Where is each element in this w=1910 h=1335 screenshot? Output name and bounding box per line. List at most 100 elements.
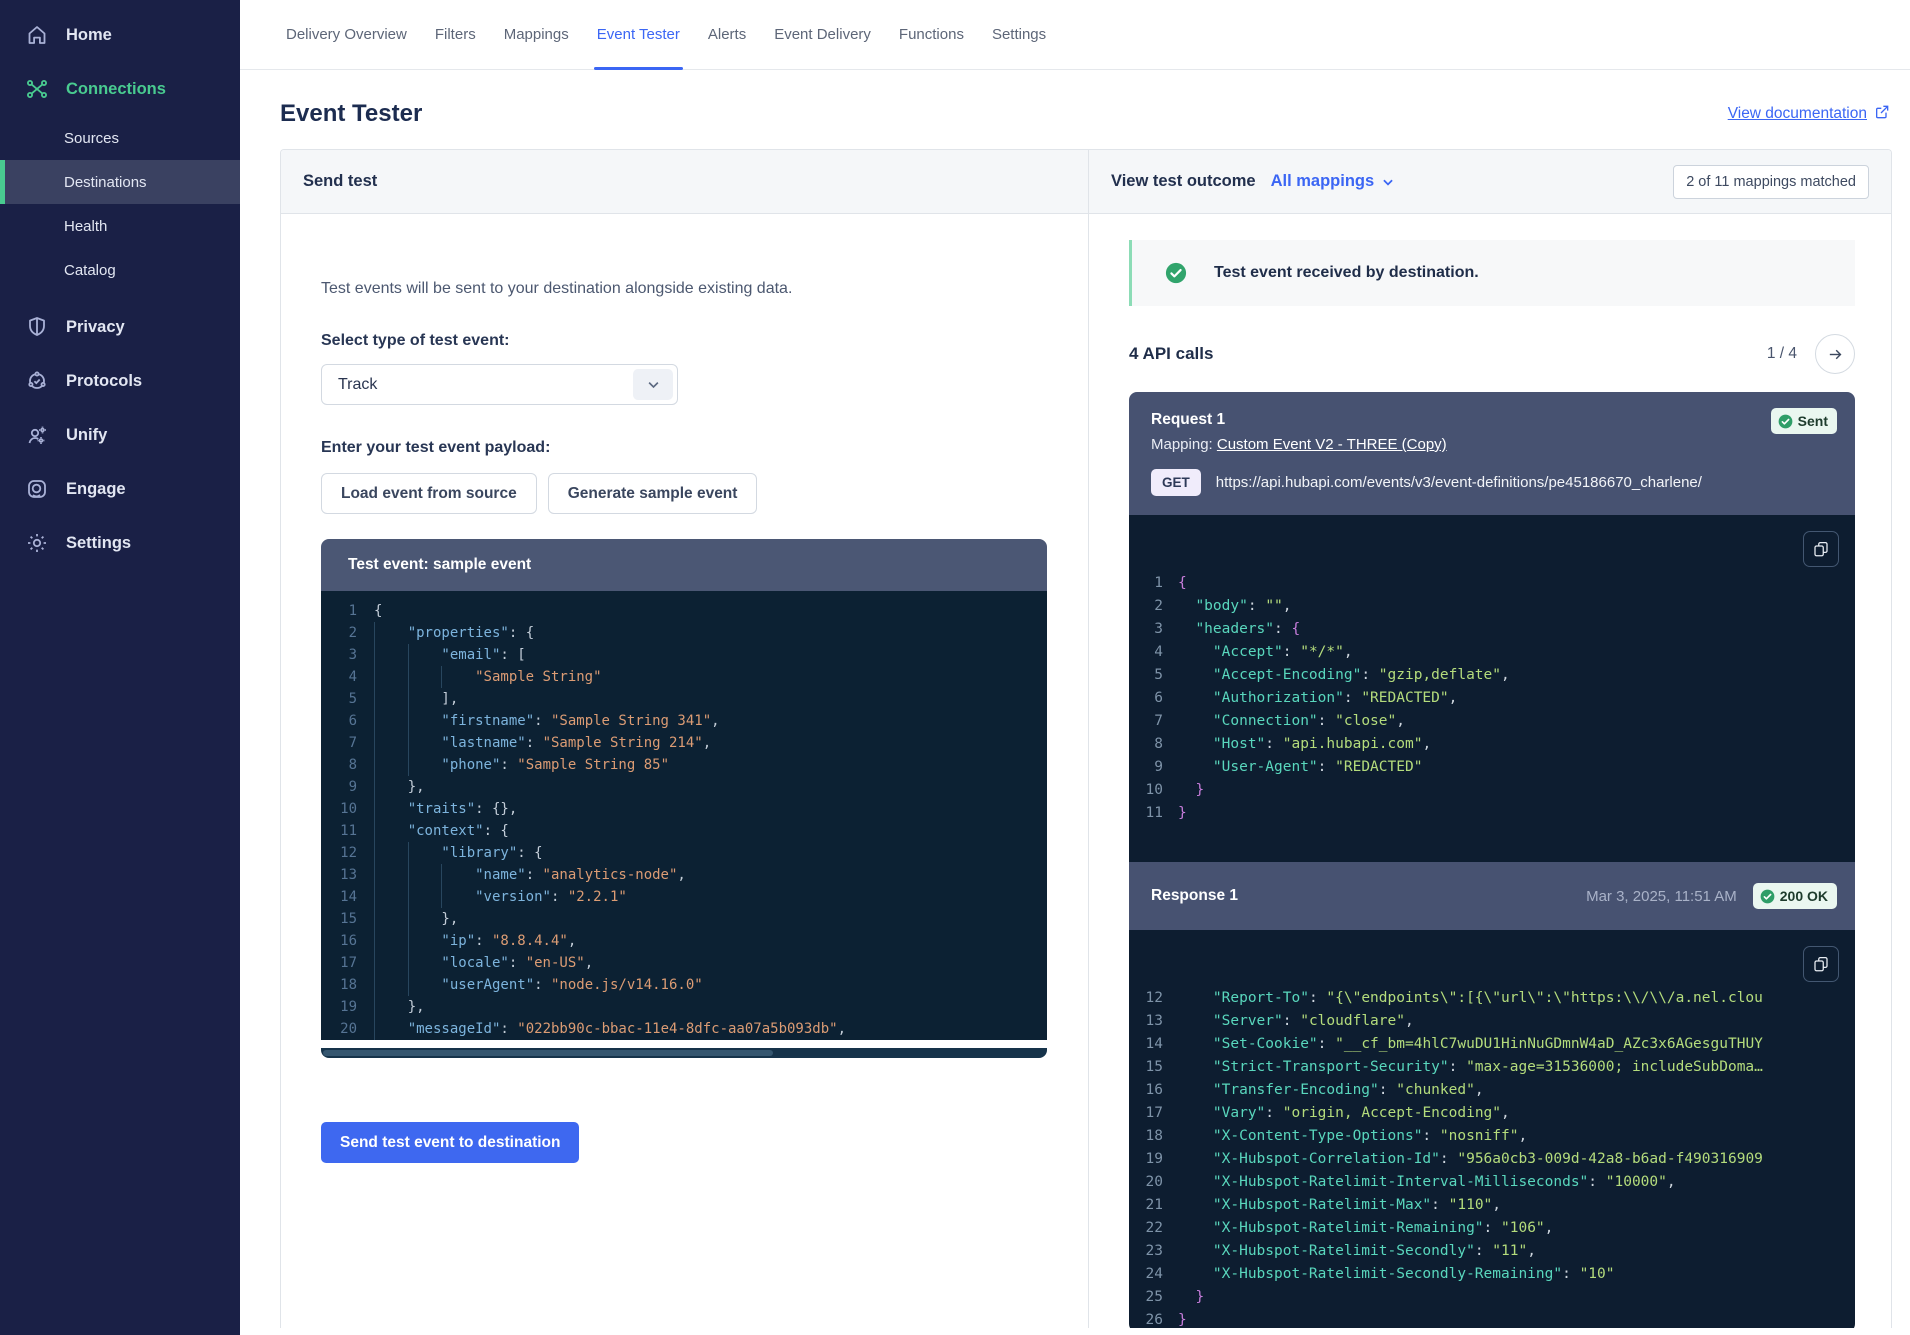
line-number: 23	[1129, 1240, 1163, 1263]
event-type-label: Select type of test event:	[321, 332, 1047, 350]
tab-mappings[interactable]: Mappings	[490, 0, 583, 69]
check-circle-icon	[1778, 414, 1793, 429]
line-number: 18	[321, 974, 357, 996]
line-number: 6	[321, 710, 357, 732]
code-line: 18"userAgent": "node.js/v14.16.0"	[321, 974, 1047, 996]
line-number: 4	[321, 666, 357, 688]
response-header: Response 1 Mar 3, 2025, 11:51 AM 200 OK	[1129, 862, 1855, 930]
sidebar-item-label: Connections	[66, 80, 166, 99]
api-calls-row: 4 API calls 1 / 4	[1129, 334, 1855, 374]
tab-alerts[interactable]: Alerts	[694, 0, 760, 69]
event-type-select[interactable]: Track	[321, 364, 678, 405]
line-number: 20	[321, 1018, 357, 1040]
protocols-icon	[25, 369, 49, 393]
code-line: 24"X-Hubspot-Ratelimit-Secondly-Remainin…	[1129, 1263, 1855, 1286]
sidebar-item-privacy[interactable]: Privacy	[0, 300, 240, 354]
code-line: 6"firstname": "Sample String 341",	[321, 710, 1047, 732]
generate-sample-button[interactable]: Generate sample event	[548, 473, 758, 514]
code-line: 5],	[321, 688, 1047, 710]
line-number: 2	[1129, 595, 1163, 618]
sidebar-item-home[interactable]: Home	[0, 8, 240, 62]
payload-label: Enter your test event payload:	[321, 439, 1047, 457]
test-outcome-pane: View test outcome All mappings 2 of 11 m…	[1089, 150, 1891, 1328]
line-number: 6	[1129, 687, 1163, 710]
line-number: 19	[321, 996, 357, 1018]
sidebar-item-label: Catalog	[64, 262, 116, 279]
sidebar-item-settings[interactable]: Settings	[0, 516, 240, 570]
page-title: Event Tester	[280, 100, 422, 128]
tab-delivery-overview[interactable]: Delivery Overview	[272, 0, 421, 69]
sidebar-item-connections[interactable]: Connections	[0, 62, 240, 116]
code-line: 15},	[321, 908, 1047, 930]
api-call-card: Request 1 Mapping: Custom Event V2 - THR…	[1129, 392, 1855, 1328]
response-status-label: 200 OK	[1780, 888, 1828, 904]
tab-settings[interactable]: Settings	[978, 0, 1060, 69]
sidebar-subitem-health[interactable]: Health	[0, 204, 240, 248]
check-circle-icon	[1165, 262, 1187, 284]
code-line: 3"headers": {	[1129, 618, 1855, 641]
sidebar-item-engage[interactable]: Engage	[0, 462, 240, 516]
line-number: 7	[321, 732, 357, 754]
view-documentation-link[interactable]: View documentation	[1728, 104, 1890, 125]
tab-event-tester[interactable]: Event Tester	[583, 0, 694, 69]
mappings-filter-dropdown[interactable]: All mappings	[1271, 172, 1396, 191]
send-test-header: Send test	[281, 150, 1088, 214]
external-link-icon	[1874, 104, 1890, 125]
line-number: 12	[1129, 987, 1163, 1010]
payload-editor: Test event: sample event 1{2"properties"…	[321, 539, 1047, 1058]
check-circle-icon	[1760, 889, 1775, 904]
code-line: 10"traits": {},	[321, 798, 1047, 820]
scrollbar-thumb[interactable]	[323, 1050, 773, 1056]
line-number: 21	[1129, 1194, 1163, 1217]
line-number: 10	[1129, 779, 1163, 802]
tab-functions[interactable]: Functions	[885, 0, 978, 69]
code-line: 11"context": {	[321, 820, 1047, 842]
line-number: 10	[321, 798, 357, 820]
success-banner: Test event received by destination.	[1129, 240, 1855, 306]
payload-editor-code[interactable]: 1{2"properties": {3"email": [4"Sample St…	[321, 591, 1047, 1040]
sidebar-item-protocols[interactable]: Protocols	[0, 354, 240, 408]
copy-request-button[interactable]	[1803, 531, 1839, 567]
send-test-title: Send test	[303, 172, 377, 191]
code-line: 25}	[1129, 1286, 1855, 1309]
sidebar-item-unify[interactable]: Unify	[0, 408, 240, 462]
line-number: 8	[321, 754, 357, 776]
code-line: 6"Authorization": "REDACTED",	[1129, 687, 1855, 710]
mapping-link[interactable]: Custom Event V2 - THREE (Copy)	[1217, 436, 1447, 453]
chevron-down-icon[interactable]	[633, 369, 673, 400]
line-number: 11	[1129, 802, 1163, 825]
code-line: 5"Accept-Encoding": "gzip,deflate",	[1129, 664, 1855, 687]
sent-label: Sent	[1798, 413, 1828, 429]
editor-horizontal-scrollbar[interactable]	[321, 1048, 1047, 1058]
request-code-block: 1{2"body": "",3"headers": {4"Accept": "*…	[1129, 515, 1855, 862]
tab-filters[interactable]: Filters	[421, 0, 490, 69]
line-number: 11	[321, 820, 357, 842]
arrow-right-icon	[1827, 346, 1844, 363]
request-url: https://api.hubapi.com/events/v3/event-d…	[1216, 474, 1702, 491]
line-number: 2	[321, 622, 357, 644]
tab-event-delivery[interactable]: Event Delivery	[760, 0, 885, 69]
line-number: 20	[1129, 1171, 1163, 1194]
code-line: 2"body": "",	[1129, 595, 1855, 618]
load-event-button[interactable]: Load event from source	[321, 473, 537, 514]
line-number: 3	[321, 644, 357, 666]
code-line: 20"messageId": "022bb90c-bbac-11e4-8dfc-…	[321, 1018, 1047, 1040]
code-line: 19"X-Hubspot-Correlation-Id": "956a0cb3-…	[1129, 1148, 1855, 1171]
sidebar: Home Connections SourcesDestinationsHealth…	[0, 0, 240, 1335]
sidebar-subitem-catalog[interactable]: Catalog	[0, 248, 240, 292]
sidebar-subitem-sources[interactable]: Sources	[0, 116, 240, 160]
mapping-label: Mapping:	[1151, 436, 1217, 453]
request-url-row: GET https://api.hubapi.com/events/v3/eve…	[1151, 469, 1833, 496]
privacy-icon	[25, 315, 49, 339]
copy-response-button[interactable]	[1803, 946, 1839, 982]
mappings-matched-badge: 2 of 11 mappings matched	[1673, 165, 1869, 199]
line-number: 1	[321, 600, 357, 622]
send-test-event-button[interactable]: Send test event to destination	[321, 1122, 579, 1163]
code-line: 14"Set-Cookie": "__cf_bm=4hlC7wuDU1HinNu…	[1129, 1033, 1855, 1056]
code-line: 4"Sample String"	[321, 666, 1047, 688]
next-api-call-button[interactable]	[1815, 334, 1855, 374]
settings-icon	[25, 531, 49, 555]
code-line: 15"Strict-Transport-Security": "max-age=…	[1129, 1056, 1855, 1079]
code-line: 12"Report-To": "{\"endpoints\":[{\"url\"…	[1129, 987, 1855, 1010]
sidebar-subitem-destinations[interactable]: Destinations	[0, 160, 240, 204]
